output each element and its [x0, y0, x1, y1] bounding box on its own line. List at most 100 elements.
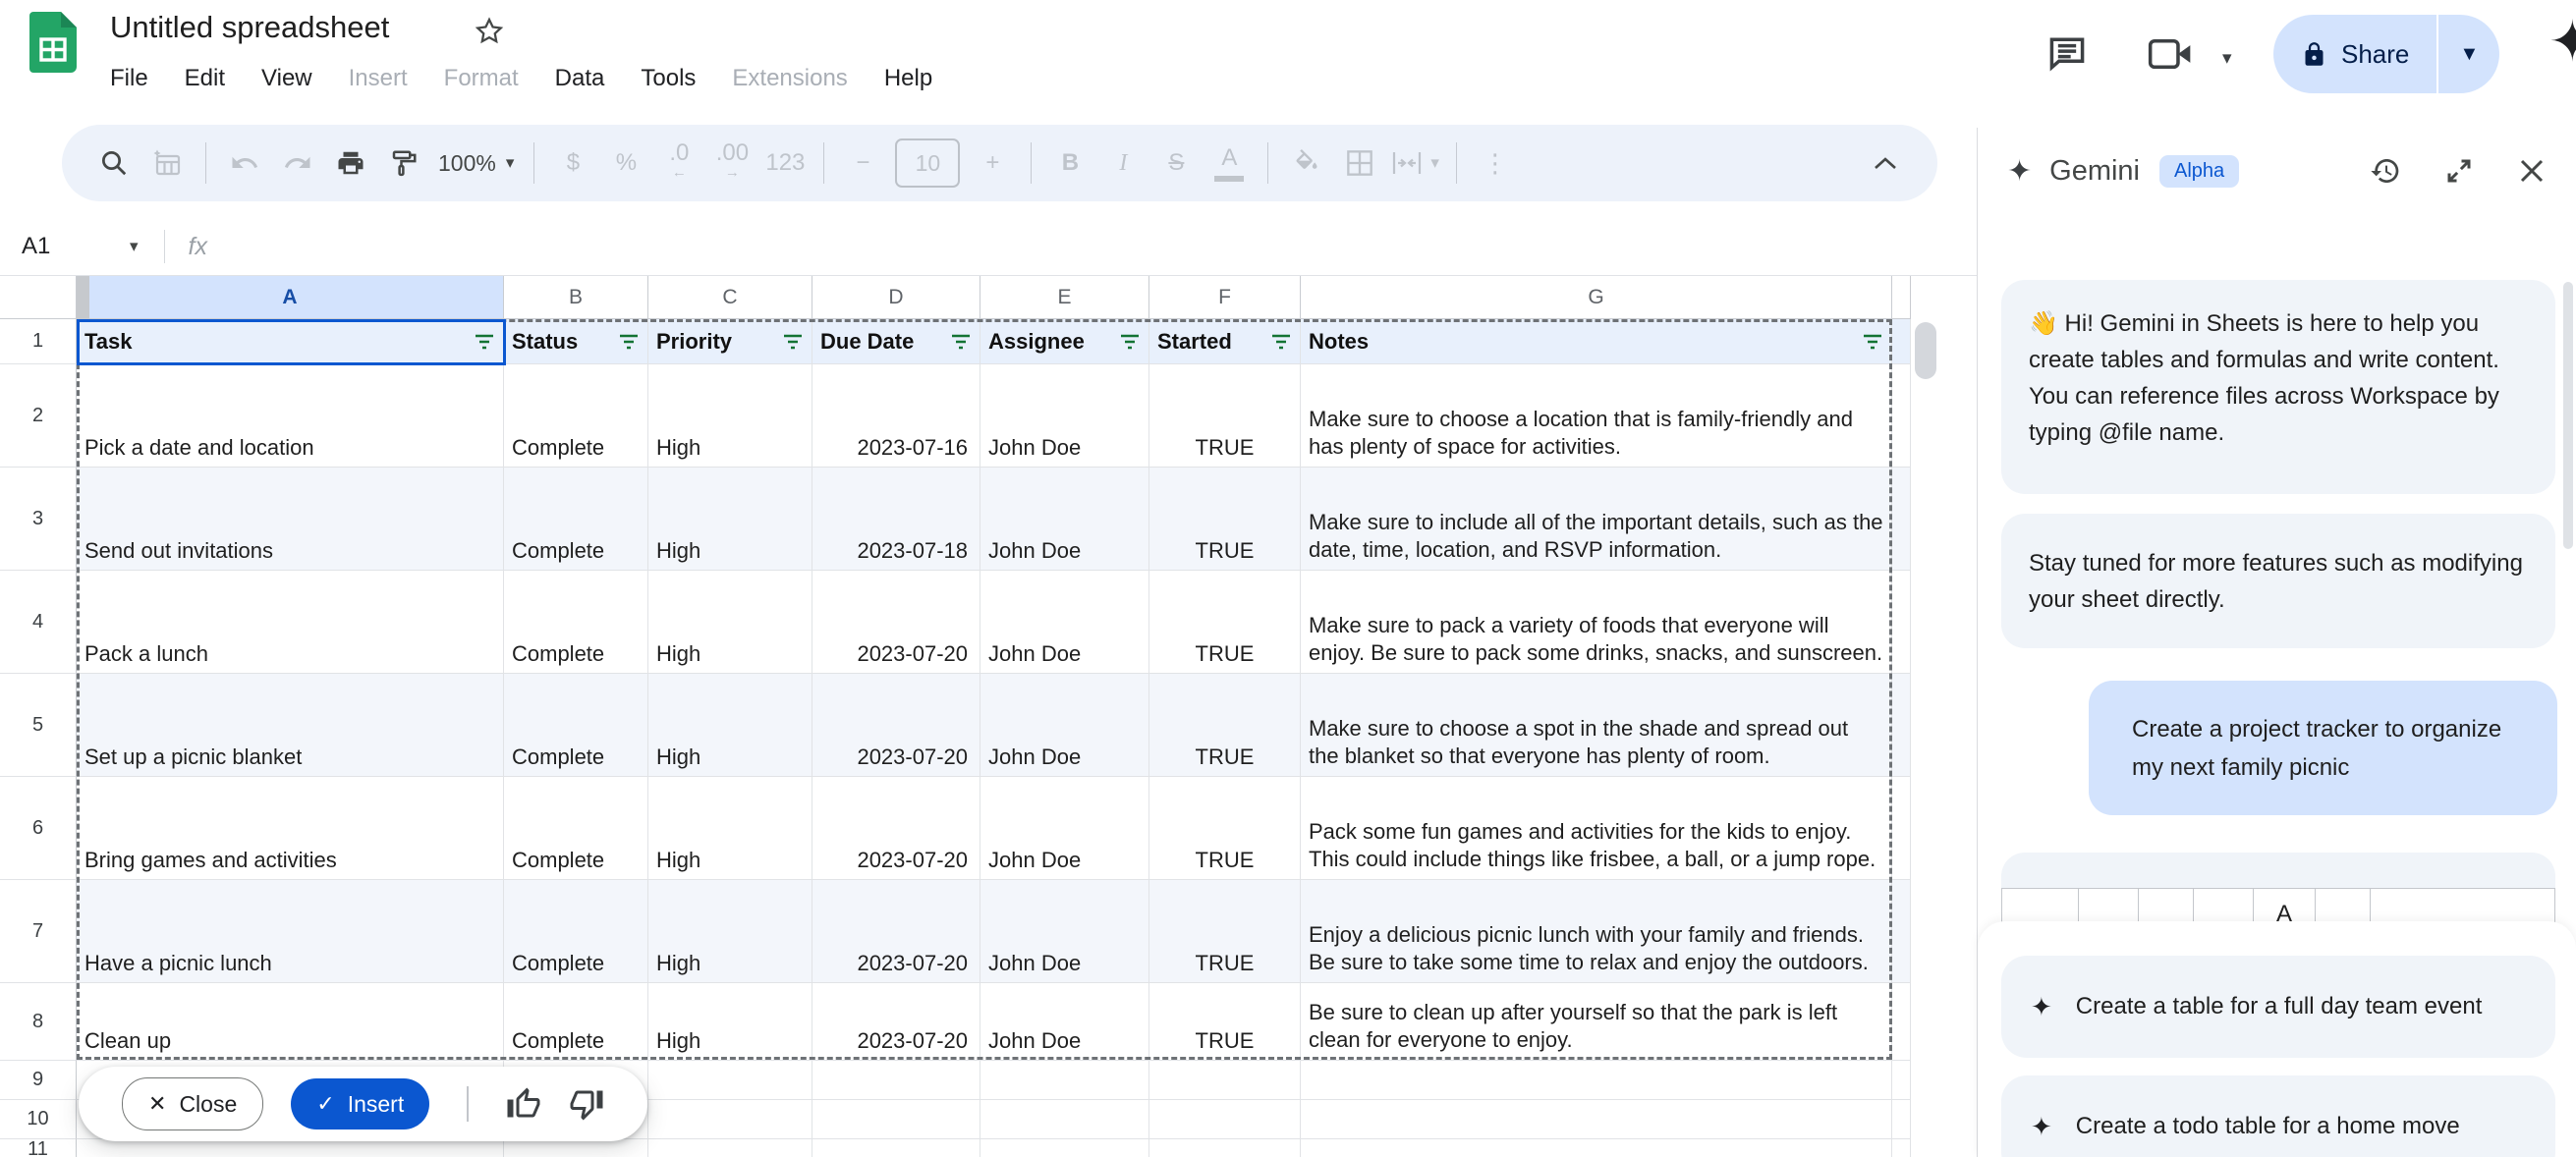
table-sparkle-icon[interactable]: [145, 136, 189, 191]
row-header[interactable]: 2: [0, 364, 77, 468]
cell-assignee[interactable]: John Doe: [980, 777, 1149, 880]
cell-status[interactable]: Complete: [504, 674, 648, 777]
cell-task[interactable]: Pack a lunch: [77, 571, 504, 674]
cell-status[interactable]: Complete: [504, 880, 648, 983]
thumbs-down-icon[interactable]: [569, 1086, 604, 1122]
empty-cell[interactable]: [1301, 1061, 1892, 1100]
cell-status[interactable]: Complete: [504, 364, 648, 468]
cell-priority[interactable]: High: [648, 880, 812, 983]
cell-due-date[interactable]: 2023-07-16: [812, 364, 980, 468]
empty-cell[interactable]: [1892, 1139, 1911, 1157]
menu-tools[interactable]: Tools: [641, 65, 696, 92]
column-header-g[interactable]: G: [1301, 276, 1892, 319]
close-panel-icon[interactable]: [2517, 156, 2547, 186]
empty-cell[interactable]: [1301, 1100, 1892, 1139]
cell-assignee[interactable]: John Doe: [980, 983, 1149, 1061]
empty-cell[interactable]: [648, 1100, 812, 1139]
row-header[interactable]: 11: [0, 1139, 77, 1157]
history-icon[interactable]: [2370, 155, 2401, 187]
row-header[interactable]: 1: [0, 319, 77, 364]
column-header-e[interactable]: E: [980, 276, 1149, 319]
paint-format-icon[interactable]: [382, 136, 425, 191]
borders-icon[interactable]: [1338, 136, 1381, 191]
increase-decimal-icon[interactable]: .00→: [710, 136, 754, 191]
gemini-spark-icon[interactable]: ✦: [2548, 8, 2576, 75]
italic-icon[interactable]: I: [1101, 136, 1145, 191]
empty-cell[interactable]: [504, 1139, 648, 1157]
insert-button[interactable]: ✓ Insert: [291, 1078, 429, 1129]
star-icon[interactable]: [474, 16, 505, 47]
more-options-icon[interactable]: ⋮: [1474, 136, 1517, 191]
cell-priority[interactable]: High: [648, 674, 812, 777]
cell-due-date[interactable]: 2023-07-20: [812, 571, 980, 674]
cell-started[interactable]: TRUE: [1149, 880, 1301, 983]
cell-notes[interactable]: Pack some fun games and activities for t…: [1301, 777, 1892, 880]
currency-format-icon[interactable]: $: [551, 136, 594, 191]
column-header-f[interactable]: F: [1149, 276, 1301, 319]
row-header[interactable]: 8: [0, 983, 77, 1061]
cell-due-date[interactable]: 2023-07-20: [812, 674, 980, 777]
row-header[interactable]: 7: [0, 880, 77, 983]
empty-cell[interactable]: [1892, 1100, 1911, 1139]
percent-format-icon[interactable]: %: [604, 136, 647, 191]
print-icon[interactable]: [329, 136, 372, 191]
cell-task[interactable]: Send out invitations: [77, 468, 504, 571]
column-header-d[interactable]: D: [812, 276, 980, 319]
decrease-decimal-icon[interactable]: .0←: [657, 136, 700, 191]
header-cell-assignee[interactable]: Assignee: [980, 319, 1149, 364]
cell-task[interactable]: Clean up: [77, 983, 504, 1061]
row-header[interactable]: 6: [0, 777, 77, 880]
empty-cell[interactable]: [812, 1100, 980, 1139]
empty-cell[interactable]: [1892, 674, 1911, 777]
empty-cell[interactable]: [1892, 468, 1911, 571]
bold-icon[interactable]: B: [1048, 136, 1092, 191]
cell-due-date[interactable]: 2023-07-20: [812, 983, 980, 1061]
cell-started[interactable]: TRUE: [1149, 674, 1301, 777]
fill-color-icon[interactable]: [1285, 136, 1328, 191]
cell-priority[interactable]: High: [648, 468, 812, 571]
cell-notes[interactable]: Make sure to choose a spot in the shade …: [1301, 674, 1892, 777]
menu-format[interactable]: Format: [444, 65, 519, 92]
redo-icon[interactable]: [276, 136, 319, 191]
cell-task[interactable]: Bring games and activities: [77, 777, 504, 880]
empty-cell[interactable]: [980, 1139, 1149, 1157]
empty-cell[interactable]: [1892, 364, 1911, 468]
empty-cell[interactable]: [980, 1061, 1149, 1100]
cell-status[interactable]: Complete: [504, 468, 648, 571]
share-dropdown-icon[interactable]: ▼: [2438, 43, 2499, 66]
empty-cell[interactable]: [980, 1100, 1149, 1139]
panel-scrollbar[interactable]: [2563, 282, 2573, 549]
select-all-corner[interactable]: [0, 276, 77, 319]
column-header-a[interactable]: A: [77, 276, 504, 319]
collapse-toolbar-icon[interactable]: [1864, 136, 1907, 191]
cell-notes[interactable]: Make sure to pack a variety of foods tha…: [1301, 571, 1892, 674]
cell-started[interactable]: TRUE: [1149, 777, 1301, 880]
row-header[interactable]: 10: [0, 1100, 77, 1139]
empty-cell[interactable]: [1149, 1100, 1301, 1139]
menu-edit[interactable]: Edit: [185, 65, 225, 92]
share-button[interactable]: Share ▼: [2273, 15, 2499, 93]
increase-font-icon[interactable]: +: [971, 136, 1014, 191]
close-button[interactable]: ✕ Close: [122, 1077, 263, 1130]
empty-cell[interactable]: [648, 1139, 812, 1157]
text-color-icon[interactable]: A: [1207, 136, 1251, 191]
cell-notes[interactable]: Make sure to include all of the importan…: [1301, 468, 1892, 571]
cell-assignee[interactable]: John Doe: [980, 674, 1149, 777]
document-title[interactable]: Untitled spreadsheet: [110, 10, 389, 45]
empty-cell[interactable]: [812, 1061, 980, 1100]
cell-started[interactable]: TRUE: [1149, 983, 1301, 1061]
cell-assignee[interactable]: John Doe: [980, 571, 1149, 674]
name-box[interactable]: A1: [0, 233, 130, 260]
cell-priority[interactable]: High: [648, 983, 812, 1061]
cell-started[interactable]: TRUE: [1149, 364, 1301, 468]
empty-cell[interactable]: [1892, 880, 1911, 983]
cell-priority[interactable]: High: [648, 777, 812, 880]
cell-priority[interactable]: High: [648, 571, 812, 674]
header-cell-status[interactable]: Status: [504, 319, 648, 364]
empty-cell[interactable]: [1149, 1061, 1301, 1100]
cell-started[interactable]: TRUE: [1149, 571, 1301, 674]
header-cell-priority[interactable]: Priority: [648, 319, 812, 364]
column-header-c[interactable]: C: [648, 276, 812, 319]
empty-cell[interactable]: [812, 1139, 980, 1157]
cell-notes[interactable]: Enjoy a delicious picnic lunch with your…: [1301, 880, 1892, 983]
